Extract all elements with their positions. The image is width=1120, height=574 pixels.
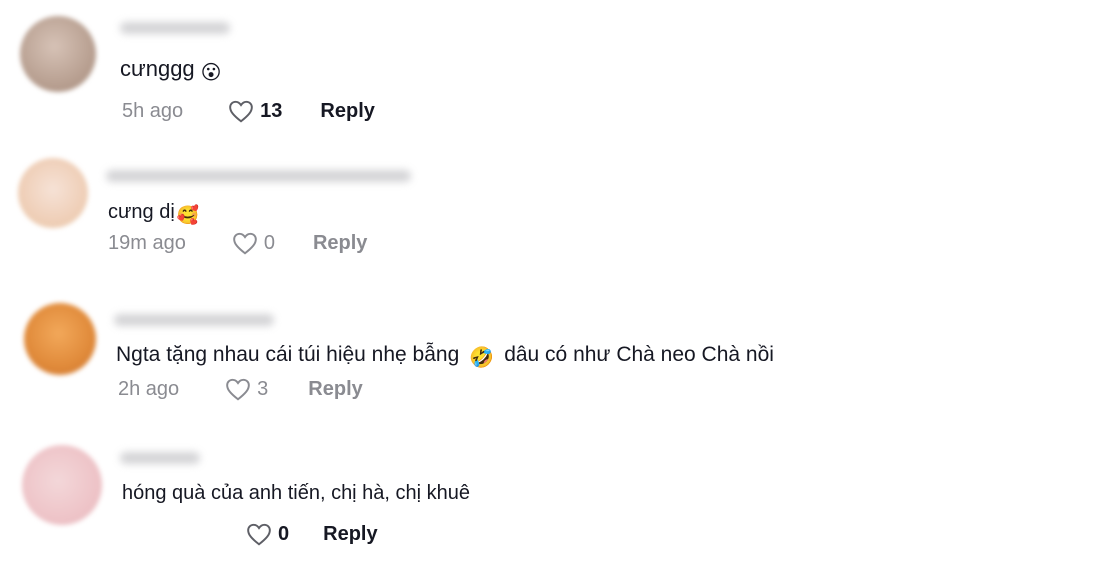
heart-outline-icon (229, 100, 253, 123)
like-button[interactable]: 3 (225, 377, 268, 401)
reply-button[interactable]: Reply (320, 100, 374, 123)
heart-outline-icon (233, 232, 257, 255)
avatar[interactable] (20, 16, 96, 92)
like-button[interactable]: 13 (228, 99, 282, 123)
heart-outline-icon (247, 523, 271, 546)
surprised-face-emoji-icon: 😮 (200, 62, 222, 84)
avatar[interactable] (18, 158, 88, 228)
comment-meta: 19m ago 0 Reply (108, 231, 367, 255)
comment-time: 5h ago (122, 99, 184, 122)
comment-text: cưnggg 😮 (120, 56, 222, 83)
comment-text: cưng dị 🥰 (108, 201, 199, 224)
comment-text-content: cưnggg (120, 56, 195, 81)
comment-text-content: cưng dị (108, 201, 175, 223)
like-button[interactable]: 0 (232, 231, 275, 255)
like-count: 3 (257, 377, 269, 400)
comment-meta: 5h ago 13 Reply (122, 99, 375, 123)
username-blurred[interactable] (106, 170, 411, 182)
username-blurred[interactable] (120, 452, 200, 464)
heart-outline-icon (226, 378, 250, 401)
comment-text-continuation: dâu có như Chà neo Chà nồi (504, 343, 774, 366)
comment-text: hóng quà của anh tiến, chị hà, chị khuê (122, 482, 470, 505)
like-count: 0 (278, 522, 290, 545)
like-button[interactable]: 0 (246, 522, 289, 546)
comment-time: 2h ago (118, 377, 180, 400)
reply-button[interactable]: Reply (313, 232, 367, 255)
comment-time: 19m ago (108, 231, 186, 254)
comment-meta: 2h ago 3 Reply (118, 377, 363, 401)
reply-button[interactable]: Reply (308, 378, 362, 401)
username-blurred[interactable] (114, 314, 274, 326)
comment-meta: 0 Reply (246, 522, 378, 546)
like-count: 13 (260, 99, 283, 122)
like-count: 0 (263, 231, 275, 254)
comment-text-content: Ngta tặng nhau cái túi hiệu nhẹ bẫng (116, 343, 460, 366)
reply-button[interactable]: Reply (323, 523, 377, 546)
username-blurred[interactable] (120, 22, 230, 34)
avatar[interactable] (22, 445, 102, 525)
smiling-face-with-hearts-emoji-icon: 🥰 (176, 205, 200, 225)
comment-text-content: hóng quà của anh tiến, chị hà, chị khuê (122, 482, 471, 504)
comment-text: Ngta tặng nhau cái túi hiệu nhẹ bẫng 🤣 dâu… (116, 343, 774, 368)
rolling-on-floor-laughing-emoji-icon: 🤣 (469, 347, 495, 369)
avatar[interactable] (24, 303, 96, 375)
